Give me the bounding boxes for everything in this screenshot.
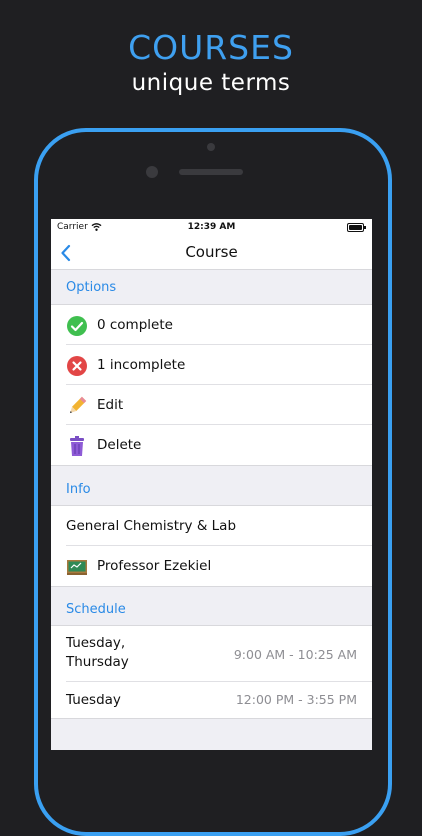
status-time: 12:39 AM bbox=[187, 222, 236, 232]
delete-row[interactable]: Delete bbox=[51, 425, 372, 465]
edit-label: Edit bbox=[97, 397, 124, 413]
battery-icon bbox=[347, 223, 366, 232]
schedule-row: Tuesday 12:00 PM - 3:55 PM bbox=[51, 682, 372, 718]
x-circle-icon bbox=[67, 356, 87, 376]
promo-subline: unique terms bbox=[131, 70, 291, 96]
sensor-dot bbox=[207, 143, 215, 151]
professor-row: Professor Ezekiel bbox=[51, 546, 372, 586]
pencil-icon bbox=[69, 396, 87, 414]
check-circle-icon bbox=[67, 316, 87, 336]
complete-label: 0 complete bbox=[97, 317, 173, 333]
chalkboard-icon bbox=[67, 560, 87, 575]
schedule-days: Tuesday, Thursday bbox=[66, 635, 129, 670]
incomplete-label: 1 incomplete bbox=[97, 357, 186, 373]
navigation-bar: Course bbox=[51, 237, 372, 270]
camera-dot bbox=[146, 166, 158, 178]
complete-row[interactable]: 0 complete bbox=[51, 305, 372, 345]
incomplete-row[interactable]: 1 incomplete bbox=[51, 345, 372, 385]
course-name: General Chemistry & Lab bbox=[66, 518, 237, 534]
page-title: Course bbox=[185, 243, 238, 261]
trash-icon bbox=[70, 436, 84, 456]
speaker-grille bbox=[179, 169, 243, 175]
schedule-days: Tuesday bbox=[66, 692, 121, 708]
schedule-group: Tuesday, Thursday 9:00 AM - 10:25 AM Tue… bbox=[51, 625, 372, 719]
status-bar: Carrier 12:39 AM bbox=[51, 219, 372, 237]
options-group: 0 complete 1 incomplete Edit Delete bbox=[51, 304, 372, 466]
schedule-time: 9:00 AM - 10:25 AM bbox=[233, 647, 357, 662]
promo-headline: COURSES bbox=[128, 28, 294, 67]
info-group: General Chemistry & Lab Professor Ezekie… bbox=[51, 505, 372, 587]
professor-label: Professor Ezekiel bbox=[97, 558, 212, 574]
course-name-row: General Chemistry & Lab bbox=[51, 506, 372, 546]
phone-screen: Carrier 12:39 AM Course Options 0 comple… bbox=[51, 219, 372, 750]
delete-label: Delete bbox=[97, 437, 142, 453]
schedule-row: Tuesday, Thursday 9:00 AM - 10:25 AM bbox=[51, 626, 372, 682]
edit-row[interactable]: Edit bbox=[51, 385, 372, 425]
schedule-time: 12:00 PM - 3:55 PM bbox=[235, 692, 357, 707]
